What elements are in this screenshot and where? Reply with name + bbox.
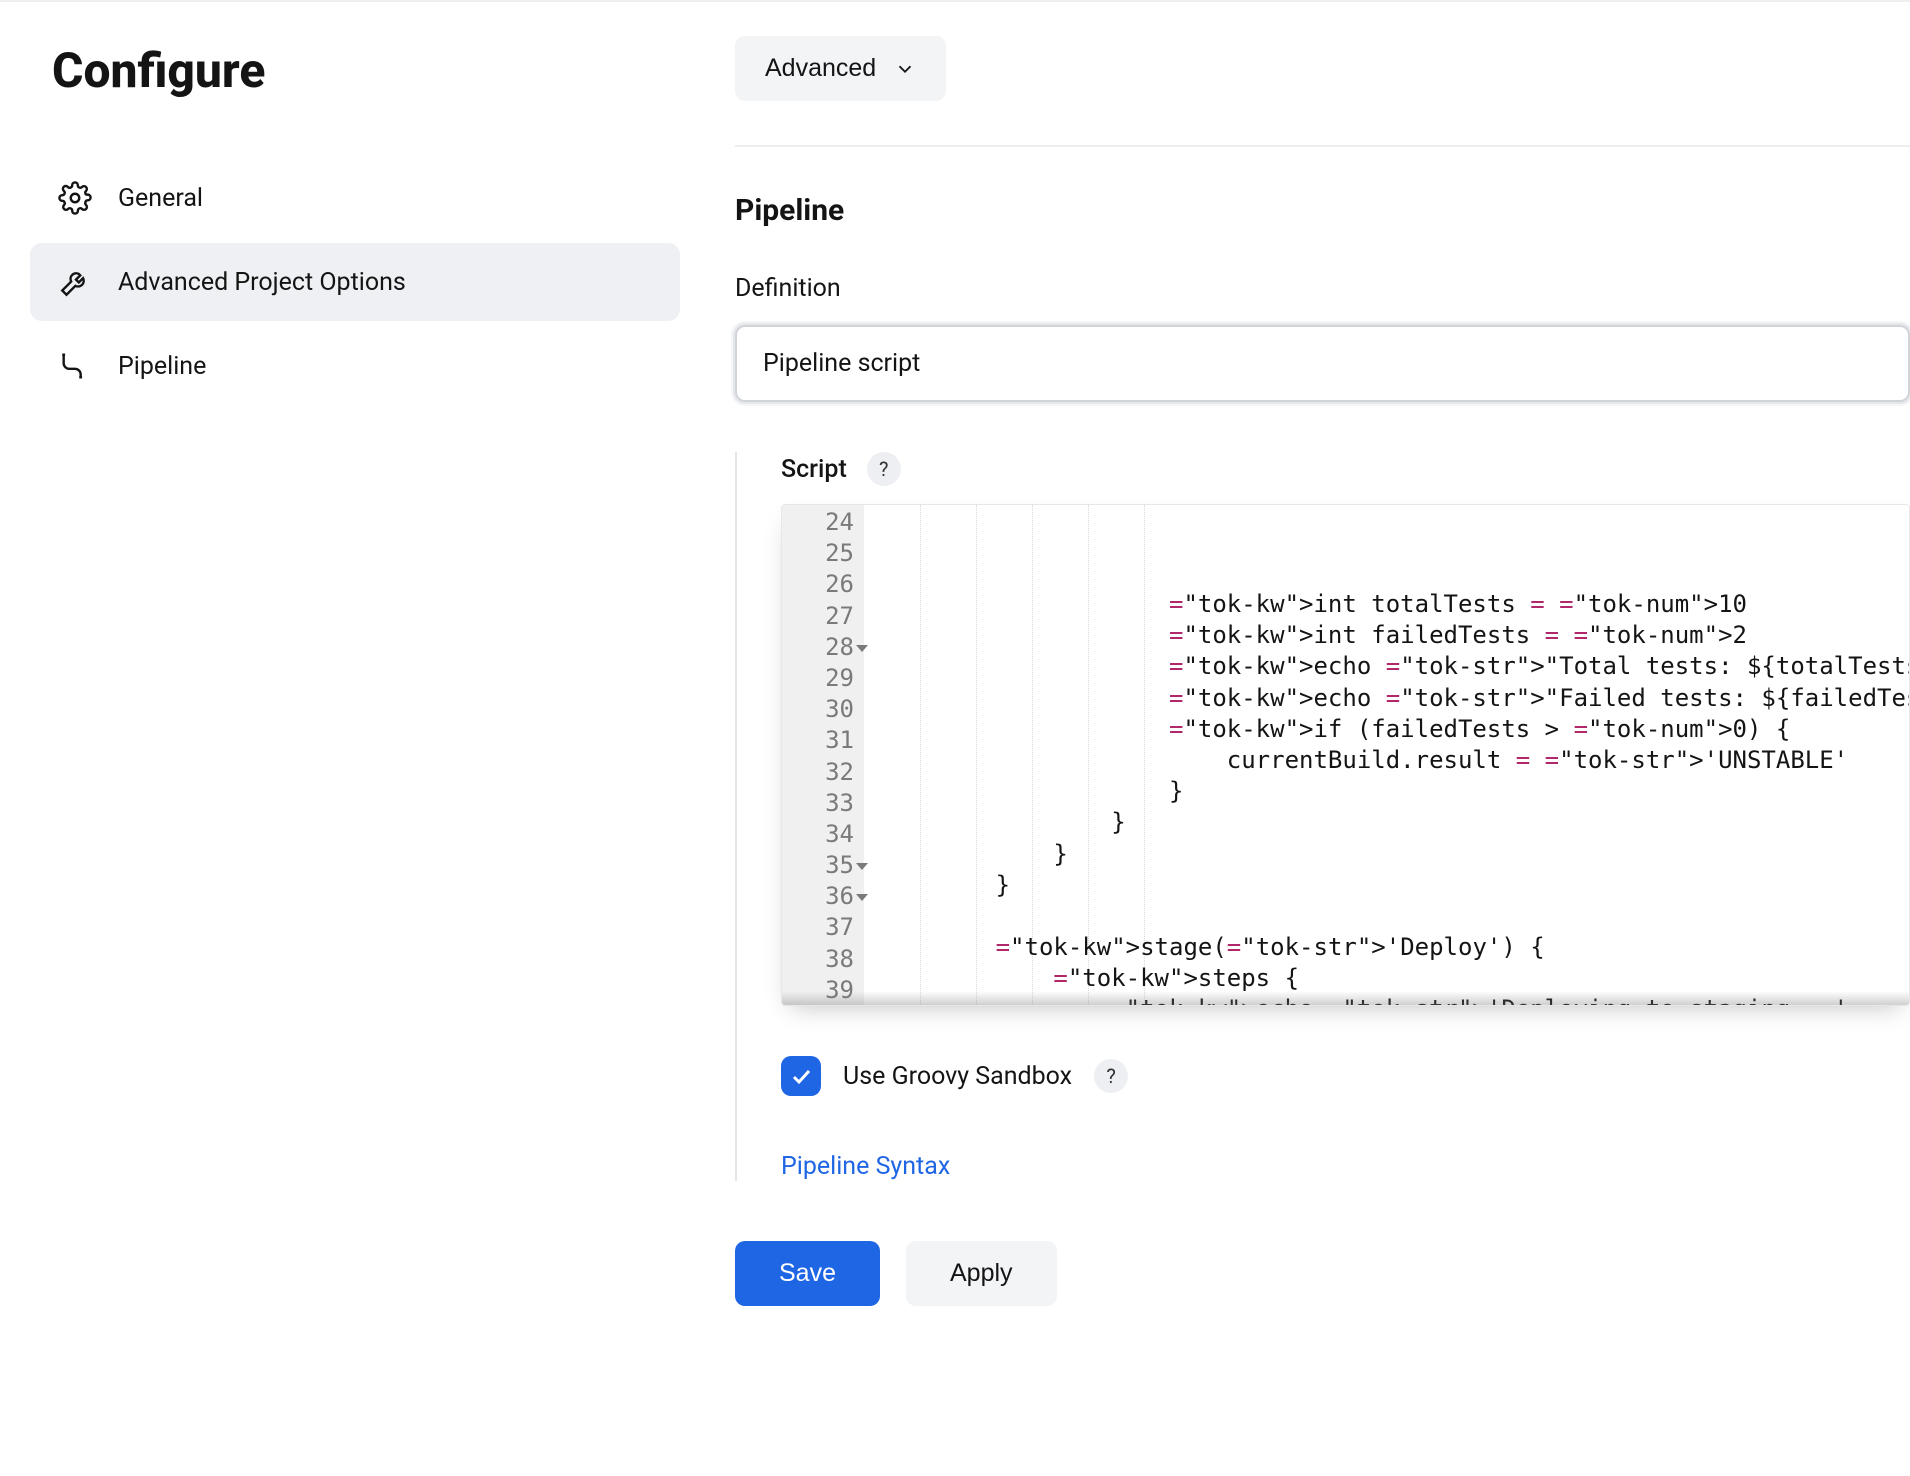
pipeline-syntax-link[interactable]: Pipeline Syntax (781, 1152, 950, 1181)
sidebar-item-pipeline[interactable]: Pipeline (30, 327, 680, 405)
code-line[interactable]: ="tok-kw">int totalTests = ="tok-num">10 (880, 589, 1909, 620)
gutter-line: 24 (796, 507, 854, 538)
code-line[interactable]: } (880, 870, 1909, 901)
gutter-line: 30 (796, 694, 854, 725)
advanced-toggle-label: Advanced (765, 54, 876, 83)
gutter-line: 34 (796, 819, 854, 850)
code-line[interactable]: currentBuild.result = ="tok-str">'UNSTAB… (880, 745, 1909, 776)
advanced-toggle-button[interactable]: Advanced (735, 36, 946, 101)
config-sidebar: General Advanced Project Options Pipelin… (30, 159, 680, 405)
code-line[interactable]: ="tok-kw">echo ="tok-str">"Total tests: … (880, 651, 1909, 682)
page-title: Configure (52, 42, 680, 99)
gutter-line: 28 (796, 632, 854, 663)
editor-code-area[interactable]: ="tok-kw">int totalTests = ="tok-num">10… (864, 505, 1909, 1005)
apply-button[interactable]: Apply (906, 1241, 1057, 1306)
sandbox-help-button[interactable]: ? (1094, 1059, 1128, 1093)
check-icon (789, 1064, 813, 1088)
sidebar-item-label: Advanced Project Options (118, 268, 406, 297)
editor-scroll-shadow (782, 991, 1909, 1005)
gutter-line: 35 (796, 850, 854, 881)
script-help-button[interactable]: ? (867, 452, 901, 486)
sidebar-item-advanced-project-options[interactable]: Advanced Project Options (30, 243, 680, 321)
code-line[interactable]: ="tok-kw">steps { (880, 963, 1909, 994)
definition-select[interactable]: Pipeline script (735, 325, 1910, 402)
definition-label: Definition (735, 274, 1910, 303)
code-line[interactable]: ="tok-kw">if (failedTests > ="tok-num">0… (880, 714, 1909, 745)
gear-icon (58, 181, 92, 215)
pipeline-icon (58, 349, 92, 383)
gutter-line: 31 (796, 725, 854, 756)
code-line[interactable]: } (880, 776, 1909, 807)
gutter-line: 36 (796, 881, 854, 912)
code-line[interactable] (880, 901, 1909, 932)
pipeline-script-editor[interactable]: 24252627282930313233343536373839 ="tok-k… (781, 504, 1910, 1006)
sidebar-item-label: Pipeline (118, 352, 206, 381)
code-line[interactable]: ="tok-kw">echo ="tok-str">"Failed tests:… (880, 683, 1909, 714)
script-label: Script (781, 455, 847, 484)
gutter-line: 32 (796, 757, 854, 788)
chevron-down-icon (894, 58, 916, 80)
gutter-line: 38 (796, 944, 854, 975)
sidebar-item-general[interactable]: General (30, 159, 680, 237)
gutter-line: 33 (796, 788, 854, 819)
code-line[interactable]: ="tok-kw">stage(="tok-str">'Deploy') { (880, 932, 1909, 963)
sandbox-checkbox[interactable] (781, 1056, 821, 1096)
gutter-line: 37 (796, 912, 854, 943)
pipeline-section-title: Pipeline (735, 193, 1910, 228)
definition-select-value: Pipeline script (763, 349, 920, 378)
section-divider (735, 145, 1910, 147)
editor-gutter: 24252627282930313233343536373839 (782, 505, 864, 1005)
code-line[interactable]: ="tok-kw">int failedTests = ="tok-num">2 (880, 620, 1909, 651)
wrench-icon (58, 265, 92, 299)
gutter-line: 25 (796, 538, 854, 569)
gutter-line: 29 (796, 663, 854, 694)
gutter-line: 27 (796, 601, 854, 632)
gutter-line: 26 (796, 569, 854, 600)
sidebar-item-label: General (118, 184, 203, 213)
save-button[interactable]: Save (735, 1241, 880, 1306)
code-line[interactable]: } (880, 839, 1909, 870)
sandbox-label: Use Groovy Sandbox (843, 1062, 1072, 1091)
code-line[interactable]: } (880, 807, 1909, 838)
